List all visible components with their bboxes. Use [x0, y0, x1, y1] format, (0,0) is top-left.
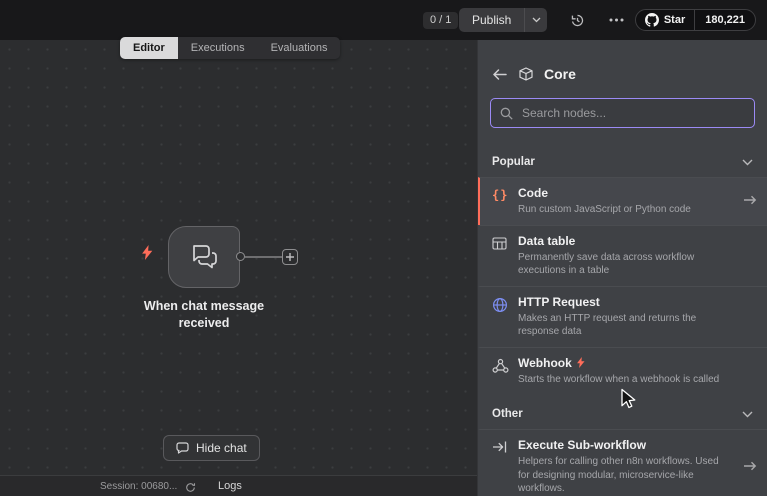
- github-star-button[interactable]: Star: [636, 10, 694, 30]
- node-search-box[interactable]: [490, 98, 755, 128]
- node-item-description: Run custom JavaScript or Python code: [518, 203, 723, 217]
- chevron-down-icon: [742, 411, 753, 418]
- search-input[interactable]: [520, 105, 745, 121]
- chevron-down-icon: [742, 159, 753, 166]
- subworkflow-icon: [492, 438, 518, 454]
- hide-chat-label: Hide chat: [196, 441, 247, 455]
- node-item-code[interactable]: {} Code Run custom JavaScript or Python …: [478, 177, 767, 225]
- github-star-widget[interactable]: Star 180,221: [635, 9, 756, 31]
- core-package-icon: [518, 66, 534, 82]
- node-item-title: HTTP Request: [518, 295, 751, 309]
- workflow-canvas[interactable]: When chat message received Hide chat Ses…: [0, 40, 477, 496]
- github-star-label: Star: [664, 14, 685, 26]
- publish-button-label[interactable]: Publish: [459, 8, 524, 32]
- node-item-execute-sub-workflow[interactable]: Execute Sub-workflow Helpers for calling…: [478, 429, 767, 496]
- hide-chat-button[interactable]: Hide chat: [163, 435, 260, 461]
- node-item-description: Permanently save data across workflow ex…: [518, 251, 723, 278]
- tab-evaluations[interactable]: Evaluations: [258, 37, 341, 59]
- execution-counter-badge: 0 / 1: [423, 12, 458, 29]
- refresh-icon: [185, 482, 196, 493]
- tab-editor[interactable]: Editor: [120, 37, 178, 59]
- ellipsis-icon: [609, 18, 624, 22]
- n8n-workflow-editor: 0 / 1 Publish Star: [0, 0, 767, 496]
- section-header-other[interactable]: Other: [478, 394, 767, 429]
- section-title: Popular: [492, 156, 535, 168]
- node-item-description: Makes an HTTP request and returns the re…: [518, 312, 723, 339]
- trigger-bolt-icon: [142, 245, 153, 265]
- workflow-history-button[interactable]: [567, 11, 587, 29]
- webhook-icon: [492, 356, 518, 374]
- panel-title: Core: [544, 66, 576, 82]
- topbar: 0 / 1 Publish Star: [0, 0, 767, 40]
- logs-bar[interactable]: Session: 00680... Logs: [0, 475, 477, 496]
- view-tabs: Editor Executions Evaluations: [120, 37, 340, 59]
- chat-trigger-node[interactable]: [168, 226, 240, 288]
- node-item-data-table[interactable]: Data table Permanently save data across …: [478, 225, 767, 286]
- panel-header: Core: [478, 40, 767, 94]
- github-star-count[interactable]: 180,221: [694, 10, 755, 30]
- chat-bubbles-icon: [188, 243, 220, 271]
- github-icon: [645, 13, 659, 27]
- plus-icon: [286, 253, 294, 261]
- table-icon: [492, 234, 518, 251]
- section-header-popular[interactable]: Popular: [478, 142, 767, 177]
- chat-bubble-icon: [176, 442, 189, 454]
- code-braces-icon: {}: [492, 186, 518, 202]
- nodes-panel: Core Popular {} Code Run custom JavaScri…: [477, 40, 767, 496]
- history-icon: [570, 13, 585, 28]
- node-item-webhook[interactable]: Webhook Starts the workflow when a webho…: [478, 347, 767, 395]
- publish-dropdown-toggle[interactable]: [524, 8, 547, 32]
- node-item-title: Data table: [518, 234, 751, 248]
- arrow-left-icon: [492, 68, 508, 81]
- chevron-down-icon: [532, 17, 541, 23]
- node-output-connector[interactable]: [236, 252, 245, 261]
- node-item-title: Execute Sub-workflow: [518, 438, 737, 452]
- more-options-button[interactable]: [606, 11, 626, 29]
- tab-executions[interactable]: Executions: [178, 37, 258, 59]
- search-icon: [500, 107, 513, 120]
- session-label: Session: 00680...: [100, 481, 177, 492]
- trigger-bolt-icon: [577, 357, 585, 368]
- logs-panel-label[interactable]: Logs: [218, 480, 242, 492]
- session-refresh-button[interactable]: [185, 480, 196, 496]
- publish-button[interactable]: Publish: [459, 8, 547, 32]
- node-item-http-request[interactable]: HTTP Request Makes an HTTP request and r…: [478, 286, 767, 347]
- add-node-button[interactable]: [282, 249, 298, 265]
- node-label: When chat message received: [134, 298, 274, 332]
- node-item-title: Code: [518, 186, 737, 200]
- arrow-right-icon: [743, 192, 757, 210]
- node-item-description: Starts the workflow when a webhook is ca…: [518, 373, 723, 387]
- node-item-description: Helpers for calling other n8n workflows.…: [518, 455, 723, 496]
- connection-line: [245, 256, 282, 258]
- section-title: Other: [492, 408, 523, 420]
- back-button[interactable]: [492, 68, 508, 81]
- node-item-title: Webhook: [518, 356, 751, 370]
- arrow-right-icon: [743, 458, 757, 476]
- globe-icon: [492, 295, 518, 313]
